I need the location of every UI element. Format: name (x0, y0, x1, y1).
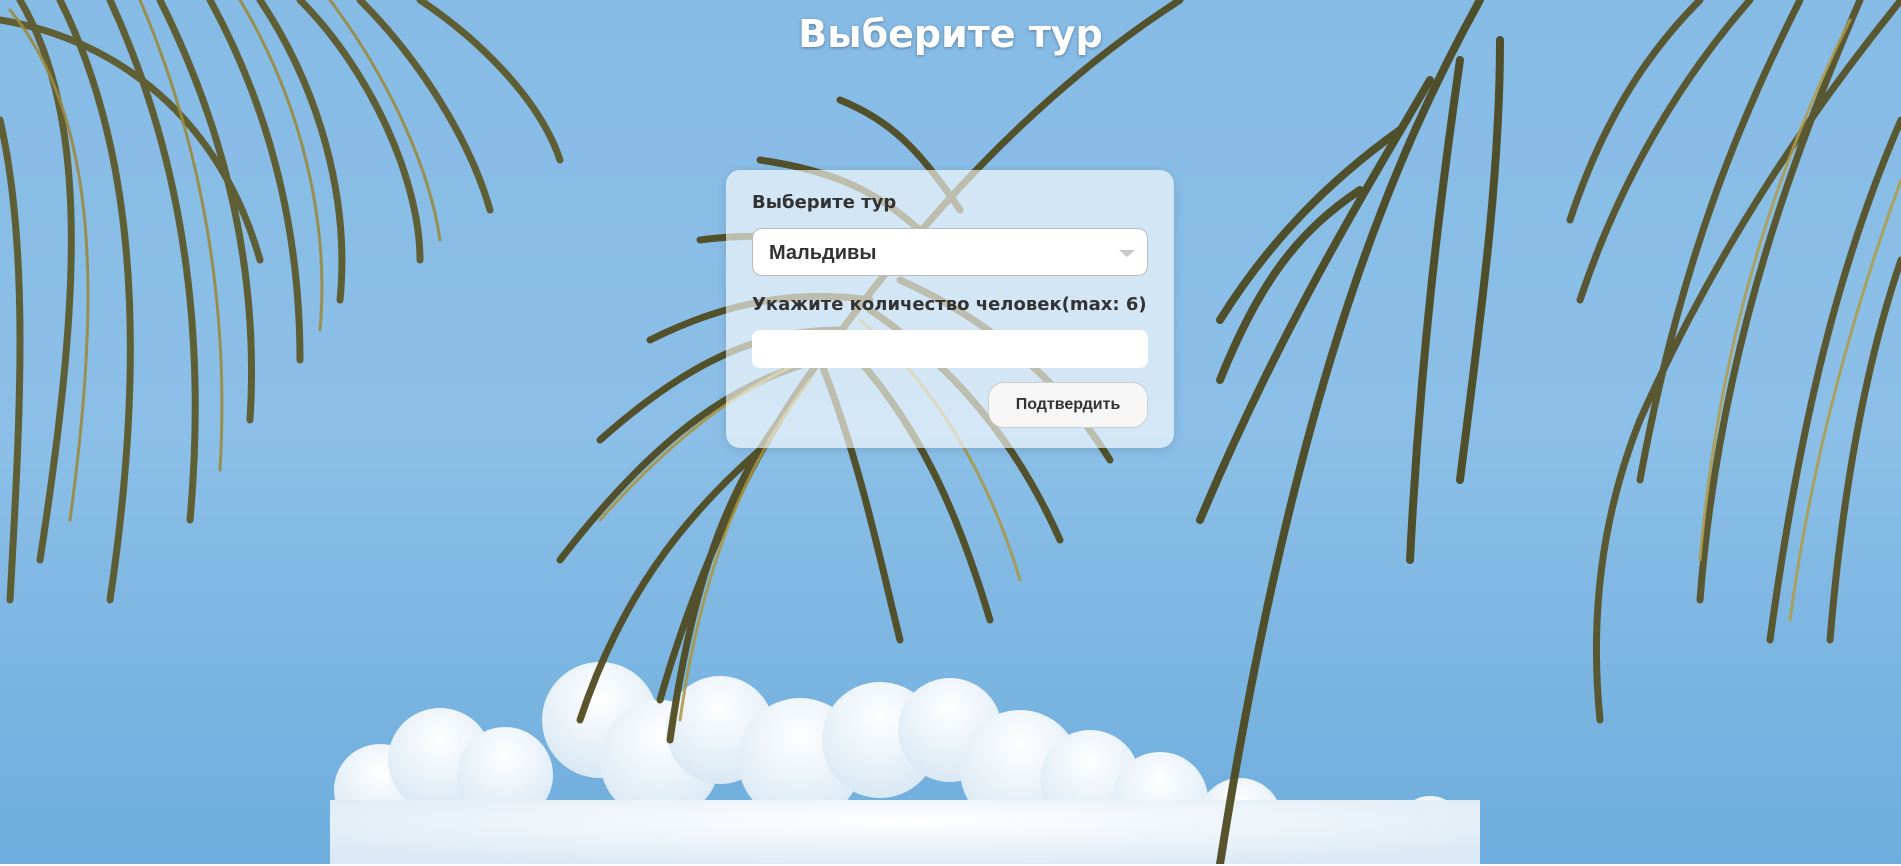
tour-select-label: Выберите тур (752, 192, 897, 213)
people-count-label: Укажите количество человек(max: 6) (752, 294, 1147, 315)
tour-select-value: Мальдивы (769, 242, 877, 264)
chevron-down-icon (1119, 250, 1135, 257)
tour-select[interactable]: Мальдивы (752, 228, 1148, 276)
people-count-input[interactable] (752, 330, 1148, 368)
tour-form-card: Выберите тур Мальдивы Укажите количество… (726, 170, 1174, 448)
page-title: Выберите тур (798, 12, 1103, 56)
confirm-button[interactable]: Подтвердить (988, 382, 1148, 428)
